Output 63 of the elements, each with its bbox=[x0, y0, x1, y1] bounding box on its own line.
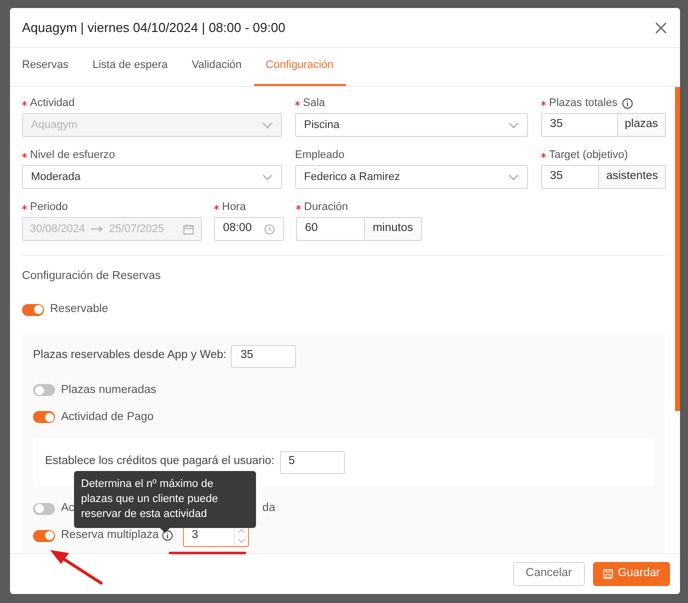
chevron-down-icon bbox=[262, 174, 273, 180]
field-label: Plazas reservables desde App y Web: bbox=[33, 348, 226, 364]
field-label: Duración bbox=[304, 200, 348, 215]
calendar-icon bbox=[183, 224, 194, 234]
select-field[interactable]: Moderada bbox=[22, 165, 282, 189]
toggle-label: Actividad de Pago bbox=[61, 410, 154, 425]
annotation-arrow bbox=[50, 550, 102, 584]
field-label: Sala bbox=[303, 96, 326, 111]
number-field[interactable]: 5 bbox=[280, 450, 345, 474]
required-asterisk-icon bbox=[214, 204, 219, 210]
required-asterisk-icon bbox=[22, 152, 27, 158]
unit-addon: minutos bbox=[364, 217, 422, 241]
tab[interactable]: Reservas bbox=[22, 47, 80, 86]
section-title: Configuración de Reservas bbox=[22, 269, 162, 284]
toggle-switch[interactable] bbox=[22, 304, 44, 316]
tooltip-pointer bbox=[160, 528, 170, 533]
chevron-down-icon bbox=[508, 174, 519, 180]
field-label: Actividad bbox=[30, 96, 75, 111]
scrollbar-thumb[interactable] bbox=[675, 87, 680, 411]
field-label: Plazas totales bbox=[549, 96, 618, 111]
toggle-label: Ac bbox=[61, 501, 74, 516]
select-field[interactable]: Piscina bbox=[295, 113, 528, 137]
field-label: Establece los créditos que pagará el usuario: bbox=[45, 454, 275, 470]
chevron-down-icon bbox=[262, 122, 273, 128]
tooltip: Determina el nº máximo de plazas que un cliente puede reservar de esta actividad bbox=[74, 471, 256, 528]
save-icon bbox=[602, 569, 613, 579]
toggle-switch[interactable] bbox=[33, 384, 55, 396]
required-asterisk-icon bbox=[541, 152, 546, 158]
required-asterisk-icon bbox=[295, 100, 300, 106]
toggle-label: Plazas numeradas bbox=[61, 382, 156, 398]
field-label: Periodo bbox=[30, 200, 68, 215]
tab[interactable]: Validación bbox=[180, 47, 254, 86]
time-field[interactable]: 08:00 bbox=[214, 217, 284, 241]
arrow-right-icon bbox=[91, 226, 104, 232]
required-asterisk-icon bbox=[541, 100, 546, 106]
unit-addon: asistentes bbox=[599, 165, 666, 189]
field-label: Nivel de esfuerzo bbox=[30, 148, 115, 163]
field-label: Hora bbox=[222, 200, 246, 215]
toggle-switch[interactable] bbox=[33, 502, 55, 515]
required-asterisk-icon bbox=[296, 204, 301, 210]
required-asterisk-icon bbox=[22, 204, 27, 210]
tab[interactable]: Lista de espera bbox=[80, 47, 180, 86]
info-icon bbox=[622, 98, 634, 108]
field-label: Target (objetivo) bbox=[549, 148, 628, 163]
toggle-label: Reservable bbox=[50, 302, 108, 318]
dialog-title: Aquagym | viernes 04/10/2024 | 08:00 - 09:00 bbox=[22, 18, 286, 37]
toggle-label: Reserva multiplaza bbox=[61, 528, 159, 544]
cancel-button[interactable]: Cancelar bbox=[512, 562, 585, 586]
number-field[interactable]: 35 bbox=[231, 344, 296, 368]
toggle-label: da bbox=[262, 501, 276, 516]
unit-addon: plazas bbox=[618, 113, 666, 137]
number-field[interactable]: 60 bbox=[296, 217, 365, 241]
number-field[interactable]: 35 bbox=[541, 113, 618, 137]
required-asterisk-icon bbox=[22, 100, 27, 106]
field-label: Empleado bbox=[295, 148, 345, 163]
clock-icon bbox=[264, 224, 275, 234]
toggle-switch[interactable] bbox=[33, 411, 55, 424]
toggle-switch[interactable] bbox=[33, 530, 55, 542]
select-field[interactable]: Federico a Ramirez bbox=[295, 165, 528, 189]
close-icon[interactable] bbox=[654, 20, 668, 34]
chevron-down-icon bbox=[508, 122, 519, 128]
info-icon bbox=[162, 530, 173, 542]
number-field[interactable]: 35 bbox=[541, 165, 600, 189]
